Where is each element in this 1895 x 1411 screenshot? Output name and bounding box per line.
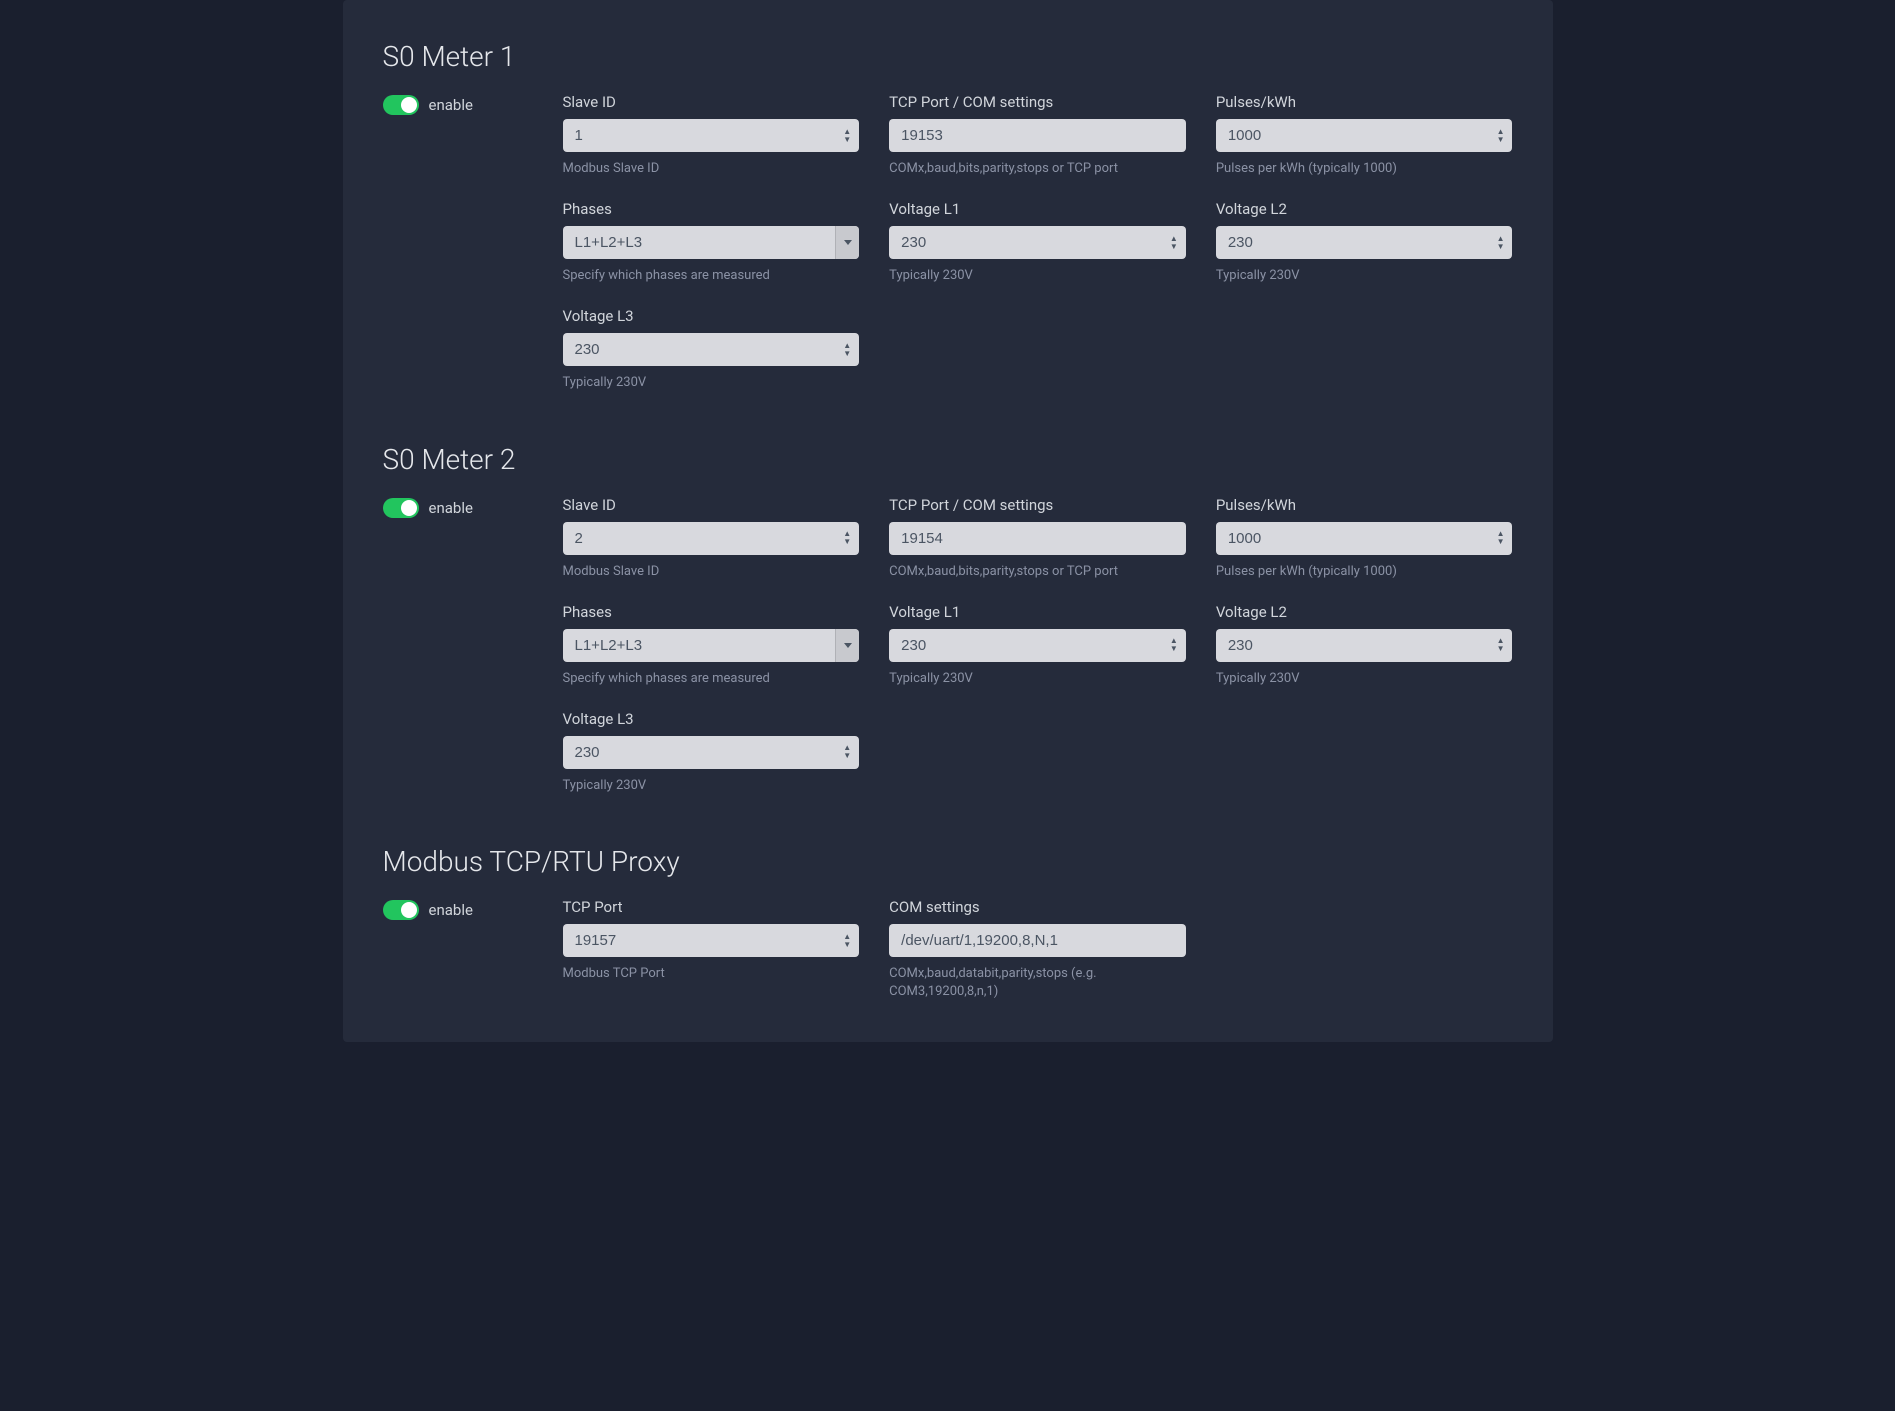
meter1-phases-field: Phases L1+L2+L3 Specify which phases are… — [563, 200, 860, 285]
meter1-voltage-l3-hint: Typically 230V — [563, 374, 860, 392]
meter1-enable-label: enable — [429, 96, 473, 114]
meter2-voltage-l3-field: Voltage L3 ▲▼ Typically 230V — [563, 710, 860, 795]
meter1-voltage-l3-label: Voltage L3 — [563, 307, 860, 325]
meter2-pulses-input[interactable] — [1216, 522, 1513, 555]
meter1-tcp-port-input[interactable] — [889, 119, 1186, 152]
spinner-icon[interactable]: ▲▼ — [843, 342, 851, 358]
meter1-phases-label: Phases — [563, 200, 860, 218]
proxy-tcp-port-field: TCP Port ▲▼ Modbus TCP Port — [563, 898, 860, 1001]
meter1-phases-hint: Specify which phases are measured — [563, 267, 860, 285]
meter1-slave-id-hint: Modbus Slave ID — [563, 160, 860, 178]
meter1-voltage-l2-field: Voltage L2 ▲▼ Typically 230V — [1216, 200, 1513, 285]
meter2-tcp-port-input[interactable] — [889, 522, 1186, 555]
proxy-com-settings-hint: COMx,baud,databit,parity,stops (e.g. COM… — [889, 965, 1186, 1001]
meter1-pulses-field: Pulses/kWh ▲▼ Pulses per kWh (typically … — [1216, 93, 1513, 178]
proxy-tcp-port-label: TCP Port — [563, 898, 860, 916]
meter2-tcp-port-hint: COMx,baud,bits,parity,stops or TCP port — [889, 563, 1186, 581]
proxy-tcp-port-input[interactable] — [563, 924, 860, 957]
meter2-voltage-l3-hint: Typically 230V — [563, 777, 860, 795]
spinner-icon[interactable]: ▲▼ — [1497, 530, 1505, 546]
proxy-com-settings-field: COM settings COMx,baud,databit,parity,st… — [889, 898, 1186, 1001]
meter2-slave-id-hint: Modbus Slave ID — [563, 563, 860, 581]
meter1-pulses-label: Pulses/kWh — [1216, 93, 1513, 111]
spinner-icon[interactable]: ▲▼ — [1170, 637, 1178, 653]
meter1-voltage-l1-input[interactable] — [889, 226, 1186, 259]
spinner-icon[interactable]: ▲▼ — [1497, 235, 1505, 251]
meter2-voltage-l1-hint: Typically 230V — [889, 670, 1186, 688]
meter2-voltage-l1-input[interactable] — [889, 629, 1186, 662]
meter2-pulses-field: Pulses/kWh ▲▼ Pulses per kWh (typically … — [1216, 496, 1513, 581]
spinner-icon[interactable]: ▲▼ — [1497, 637, 1505, 653]
meter2-title: S0 Meter 2 — [383, 443, 1513, 476]
meter1-tcp-port-hint: COMx,baud,bits,parity,stops or TCP port — [889, 160, 1186, 178]
proxy-tcp-port-hint: Modbus TCP Port — [563, 965, 860, 983]
meter2-slave-id-field: Slave ID ▲▼ Modbus Slave ID — [563, 496, 860, 581]
meter1-tcp-port-field: TCP Port / COM settings COMx,baud,bits,p… — [889, 93, 1186, 178]
meter2-voltage-l3-label: Voltage L3 — [563, 710, 860, 728]
meter2-pulses-label: Pulses/kWh — [1216, 496, 1513, 514]
spinner-icon[interactable]: ▲▼ — [843, 128, 851, 144]
meter1-slave-id-field: Slave ID ▲▼ Modbus Slave ID — [563, 93, 860, 178]
meter2-voltage-l2-field: Voltage L2 ▲▼ Typically 230V — [1216, 603, 1513, 688]
meter1-voltage-l1-hint: Typically 230V — [889, 267, 1186, 285]
section-meter1: S0 Meter 1 enable Slave ID ▲▼ Modbus Sla… — [383, 40, 1513, 393]
spinner-icon[interactable]: ▲▼ — [843, 933, 851, 949]
meter2-voltage-l3-input[interactable] — [563, 736, 860, 769]
spinner-icon[interactable]: ▲▼ — [1497, 128, 1505, 144]
meter1-pulses-input[interactable] — [1216, 119, 1513, 152]
meter1-enable-toggle[interactable] — [383, 95, 419, 115]
meter2-slave-id-label: Slave ID — [563, 496, 860, 514]
meter1-slave-id-label: Slave ID — [563, 93, 860, 111]
meter1-tcp-port-label: TCP Port / COM settings — [889, 93, 1186, 111]
meter2-phases-select[interactable]: L1+L2+L3 — [563, 629, 860, 662]
meter2-voltage-l1-label: Voltage L1 — [889, 603, 1186, 621]
proxy-com-settings-label: COM settings — [889, 898, 1186, 916]
proxy-enable-label: enable — [429, 901, 473, 919]
meter1-voltage-l2-input[interactable] — [1216, 226, 1513, 259]
meter1-voltage-l1-field: Voltage L1 ▲▼ Typically 230V — [889, 200, 1186, 285]
spinner-icon[interactable]: ▲▼ — [843, 530, 851, 546]
meter1-pulses-hint: Pulses per kWh (typically 1000) — [1216, 160, 1513, 178]
meter2-voltage-l2-hint: Typically 230V — [1216, 670, 1513, 688]
meter1-voltage-l2-hint: Typically 230V — [1216, 267, 1513, 285]
meter2-phases-field: Phases L1+L2+L3 Specify which phases are… — [563, 603, 860, 688]
meter1-slave-id-input[interactable] — [563, 119, 860, 152]
meter2-enable-label: enable — [429, 499, 473, 517]
meter2-voltage-l1-field: Voltage L1 ▲▼ Typically 230V — [889, 603, 1186, 688]
meter1-title: S0 Meter 1 — [383, 40, 1513, 73]
section-proxy: Modbus TCP/RTU Proxy enable TCP Port ▲▼ … — [383, 845, 1513, 1001]
settings-panel: S0 Meter 1 enable Slave ID ▲▼ Modbus Sla… — [343, 0, 1553, 1042]
meter2-tcp-port-field: TCP Port / COM settings COMx,baud,bits,p… — [889, 496, 1186, 581]
meter2-tcp-port-label: TCP Port / COM settings — [889, 496, 1186, 514]
meter2-enable-toggle[interactable] — [383, 498, 419, 518]
spinner-icon[interactable]: ▲▼ — [843, 744, 851, 760]
proxy-com-settings-input[interactable] — [889, 924, 1186, 957]
proxy-enable-toggle[interactable] — [383, 900, 419, 920]
meter1-voltage-l3-field: Voltage L3 ▲▼ Typically 230V — [563, 307, 860, 392]
meter2-pulses-hint: Pulses per kWh (typically 1000) — [1216, 563, 1513, 581]
meter2-slave-id-input[interactable] — [563, 522, 860, 555]
meter1-voltage-l1-label: Voltage L1 — [889, 200, 1186, 218]
meter2-phases-label: Phases — [563, 603, 860, 621]
meter2-voltage-l2-input[interactable] — [1216, 629, 1513, 662]
meter1-phases-select[interactable]: L1+L2+L3 — [563, 226, 860, 259]
proxy-title: Modbus TCP/RTU Proxy — [383, 845, 1513, 878]
section-meter2: S0 Meter 2 enable Slave ID ▲▼ Modbus Sla… — [383, 443, 1513, 796]
meter1-voltage-l3-input[interactable] — [563, 333, 860, 366]
meter2-phases-hint: Specify which phases are measured — [563, 670, 860, 688]
spinner-icon[interactable]: ▲▼ — [1170, 235, 1178, 251]
meter1-voltage-l2-label: Voltage L2 — [1216, 200, 1513, 218]
meter2-voltage-l2-label: Voltage L2 — [1216, 603, 1513, 621]
